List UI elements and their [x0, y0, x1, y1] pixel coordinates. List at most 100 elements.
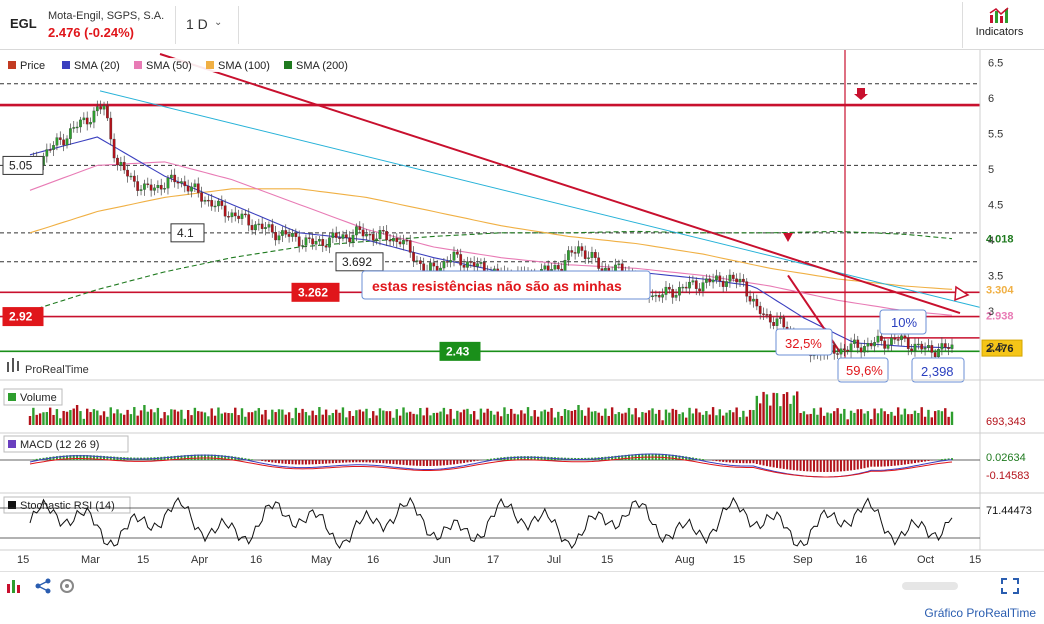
volume-bar [244, 416, 247, 425]
volume-bar [604, 408, 607, 425]
candle-body [143, 183, 146, 190]
volume-bar [133, 407, 136, 425]
volume-bar [944, 408, 947, 425]
x-tick-label: Mar [81, 554, 100, 566]
volume-bar [738, 417, 742, 425]
candle-body [95, 106, 99, 112]
volume-bar [355, 410, 358, 425]
footer-prorealtime-link[interactable]: Gráfico ProRealTime [924, 606, 1036, 620]
candle-body [910, 348, 913, 352]
candle-body [89, 122, 92, 125]
volume-bar [543, 409, 547, 425]
candle-body [233, 212, 237, 217]
volume-bar [785, 392, 789, 425]
candle-body [597, 257, 601, 269]
candle-body [879, 335, 883, 341]
stochastic-rsi-pane: Stochastic RSI (14) 71.44473 [0, 496, 1032, 549]
volume-bar [42, 412, 45, 425]
pct3-text: 10% [891, 315, 917, 330]
candle-body [264, 227, 267, 229]
candle-body [395, 237, 399, 242]
candle-body [230, 212, 234, 218]
macd-hist-bar [315, 460, 318, 465]
volume-bar [281, 409, 284, 425]
volume-bar [758, 403, 762, 425]
volume-bar [456, 410, 459, 425]
candle-body [274, 232, 277, 241]
volume-bar [789, 403, 792, 425]
macd-hist-bar [358, 460, 361, 463]
time-axis: 15 Mar 15 Apr 16 May 16 Jun 17 Jul 15 Aug 15 Sep 16 Oct… [17, 554, 981, 566]
volume-bar [802, 411, 806, 425]
macd-hist-bar [288, 460, 291, 465]
volume-bar [271, 409, 274, 425]
candle-body [617, 263, 621, 266]
volume-bar [382, 410, 385, 425]
volume-bar [449, 408, 452, 425]
volume-bar [516, 414, 520, 425]
volume-bar [112, 413, 116, 425]
level-label-text: 5.05 [9, 158, 33, 172]
macd-hist-bar [348, 460, 351, 463]
macd-hist-bar [887, 460, 890, 467]
volume-bar [479, 408, 483, 425]
macd-hist-bar [749, 460, 752, 464]
volume-bar [893, 415, 896, 425]
volume-bar [146, 411, 149, 425]
volume-bar [674, 409, 678, 425]
share-icon[interactable] [34, 578, 52, 594]
volume-bar [715, 415, 718, 425]
volume-bar [499, 416, 503, 425]
volume-bar [775, 393, 779, 425]
volume-bar [937, 410, 940, 425]
macd-hist-bar [442, 460, 445, 466]
y-tick-label: 6.5 [988, 58, 1003, 70]
candle-body [657, 294, 661, 298]
indicators-button[interactable]: Indicators [962, 2, 1036, 48]
candle-body [237, 215, 240, 219]
macd-hist-bar [510, 456, 513, 460]
volume-bar [170, 409, 173, 425]
period-selector[interactable]: 1 D [186, 16, 208, 32]
time-scrollbar[interactable] [902, 582, 958, 590]
volume-bar [489, 410, 493, 425]
volume-bar [230, 413, 234, 425]
volume-bar [314, 415, 318, 425]
macd-hist-bar [762, 460, 765, 466]
volume-bar [472, 411, 476, 425]
macd-hist-bar [843, 460, 846, 472]
macd-hist-bar [251, 459, 254, 460]
candle-body [674, 295, 678, 298]
macd-hist-bar [833, 460, 836, 472]
candle-body [755, 298, 759, 307]
macd-hist-bar [799, 460, 802, 471]
settings-icon[interactable] [58, 578, 76, 594]
candle-body [58, 137, 62, 140]
volume-bar [213, 415, 217, 425]
candle-body [149, 184, 153, 191]
macd-hist-bar [903, 460, 906, 465]
chevron-down-icon[interactable]: ⌄ [214, 17, 222, 28]
candle-body [257, 223, 261, 226]
volume-bar [220, 413, 224, 425]
chart-type-icon[interactable] [6, 578, 24, 594]
macd-hist-bar [839, 460, 842, 472]
macd-hist-bar [294, 460, 297, 465]
candle-body [318, 239, 321, 242]
candle-body [385, 231, 389, 241]
macd-hist-bar [769, 460, 772, 467]
macd-swatch [8, 440, 16, 448]
candle-body [886, 344, 890, 349]
macd-value1: 0.02634 [986, 452, 1026, 464]
candle-body [445, 261, 449, 263]
fullscreen-icon[interactable] [1001, 578, 1019, 594]
volume-bar [796, 391, 799, 425]
candle-body [937, 349, 940, 358]
macd-hist-bar [308, 460, 311, 465]
macd-hist-bar [278, 460, 281, 464]
macd-hist-bar [321, 460, 324, 464]
candle-body [415, 260, 419, 262]
legend-swatch-sma50 [134, 61, 142, 69]
chart-area[interactable]: 5.054.13.6923.2622.922.434.0183.3042.938… [0, 50, 1044, 571]
volume-bar [822, 415, 826, 425]
